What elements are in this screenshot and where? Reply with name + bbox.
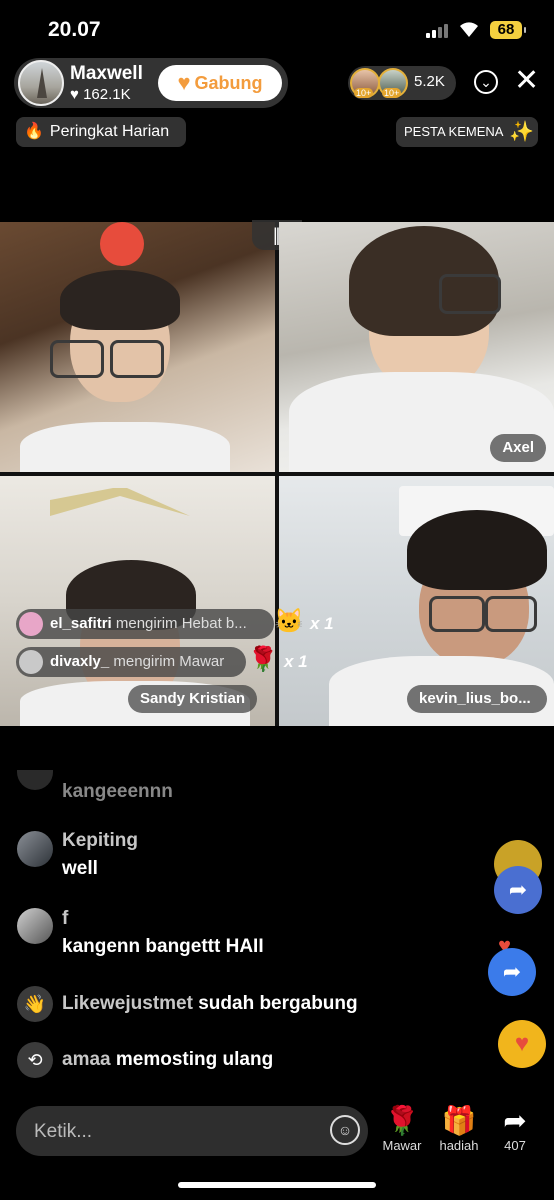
glasses	[439, 274, 501, 314]
gift-sender: divaxly_	[50, 653, 110, 670]
host-name[interactable]: Maxwell	[70, 63, 143, 85]
viewer-count[interactable]: 5.2K	[414, 73, 445, 90]
heart-icon: ♥	[70, 86, 84, 103]
ranking-label: Peringkat Harian	[49, 123, 170, 140]
guest-video-2[interactable]: Axel	[279, 222, 554, 472]
fire-icon: 🔥	[24, 123, 44, 140]
rose-icon: 🌹	[384, 1105, 420, 1136]
chat-username[interactable]: Kepiting	[62, 830, 138, 852]
gift-box-icon: 🎁	[441, 1105, 477, 1136]
gift-message: mengirim Mawar	[113, 653, 225, 670]
share-count: 407	[504, 1138, 526, 1153]
guest-hair	[407, 510, 547, 590]
wifi-icon	[458, 20, 480, 43]
chat-message: well	[62, 858, 98, 879]
share-arrow-icon: ➦	[503, 1105, 527, 1136]
chat-avatar[interactable]	[17, 831, 53, 867]
join-label: Gabung	[194, 72, 263, 93]
event-label: PESTA KEMENA	[404, 124, 504, 139]
rose-label: Mawar	[382, 1138, 422, 1153]
close-icon[interactable]: ✕	[514, 66, 539, 96]
chevron-down-icon[interactable]: ⌄	[474, 70, 498, 94]
guest-name-tag: kevin_lius_bo...	[407, 685, 547, 713]
viewer-badge: 10+	[354, 88, 374, 98]
cat-gift-icon: 🐱	[274, 608, 304, 635]
glasses	[429, 596, 485, 632]
viewer-badge: 10+	[382, 88, 402, 98]
repost-notice: amaa memosting ulang	[62, 1049, 273, 1071]
glasses	[110, 340, 164, 378]
chat-message: kangeeennn	[62, 781, 173, 802]
chat-message: kangenn bangettt HAII	[62, 936, 264, 957]
glasses	[485, 596, 537, 632]
sticker-icon	[100, 222, 144, 266]
share-float-icon[interactable]: ➦	[494, 866, 542, 914]
share-bottom-button[interactable]: ➦ 407	[490, 1104, 540, 1153]
host-avatar[interactable]	[18, 60, 64, 106]
like-repost-icon[interactable]: ♥	[498, 1020, 546, 1068]
emoji-icon[interactable]: ☺	[330, 1115, 360, 1145]
guest-video-1[interactable]	[0, 222, 275, 472]
guest-name-tag: Sandy Kristian	[128, 685, 258, 713]
gift-count: x 1	[284, 652, 308, 671]
join-notice: Likewejustmet sudah bergabung	[62, 993, 358, 1015]
gift-toast: el_safitri mengirim Hebat b...	[16, 609, 274, 639]
guest-video-4[interactable]: kevin_lius_bo...	[279, 476, 554, 726]
join-button[interactable]: ♥ Gabung	[158, 65, 282, 101]
chat-avatar[interactable]	[17, 908, 53, 944]
guest-hair	[60, 270, 180, 330]
gift-button[interactable]: 🎁 hadiah	[434, 1104, 484, 1153]
daily-ranking-button[interactable]: 🔥 Peringkat Harian	[16, 117, 186, 147]
gift-toast: divaxly_ mengirim Mawar	[16, 647, 246, 677]
join-heart-icon: ♥	[177, 70, 191, 95]
join-text: sudah bergabung	[198, 993, 358, 1014]
status-time: 20.07	[48, 18, 101, 41]
join-username[interactable]: Likewejustmet	[62, 993, 193, 1014]
glasses	[50, 340, 104, 378]
cell-signal-icon	[426, 22, 450, 38]
repost-icon: ⟲	[17, 1042, 53, 1078]
repost-username[interactable]: amaa	[62, 1049, 111, 1070]
gift-label: hadiah	[439, 1138, 479, 1153]
gift-count: x 1	[310, 614, 334, 633]
share-button[interactable]: ➦	[488, 948, 536, 996]
gift-message: mengirim Hebat b...	[115, 615, 247, 632]
battery-indicator: 68	[490, 21, 526, 39]
guest-shirt	[20, 422, 230, 472]
comment-placeholder: Ketik...	[34, 1121, 93, 1142]
repost-text: memosting ulang	[115, 1049, 274, 1070]
gift-sender-avatar	[19, 612, 43, 636]
sparkle-icon: ✨	[509, 121, 534, 143]
chat-username[interactable]: f	[62, 908, 68, 930]
ceiling-fan	[50, 488, 190, 516]
home-indicator[interactable]	[178, 1182, 376, 1188]
host-likes: ♥ 162.1K	[70, 86, 131, 103]
chat-avatar	[17, 770, 53, 790]
wave-hand-icon: 👋	[17, 986, 53, 1022]
guest-video-3[interactable]: Sandy Kristian	[0, 476, 275, 726]
rose-gift-button[interactable]: 🌹 Mawar	[377, 1104, 427, 1153]
guest-name-tag: Axel	[490, 434, 546, 462]
gift-sender-avatar	[19, 650, 43, 674]
event-banner[interactable]: PESTA KEMENA ✨	[396, 117, 538, 147]
rose-gift-icon: 🌹	[248, 646, 278, 673]
host-likes-count: 162.1K	[83, 86, 131, 103]
gift-sender: el_safitri	[50, 615, 112, 632]
